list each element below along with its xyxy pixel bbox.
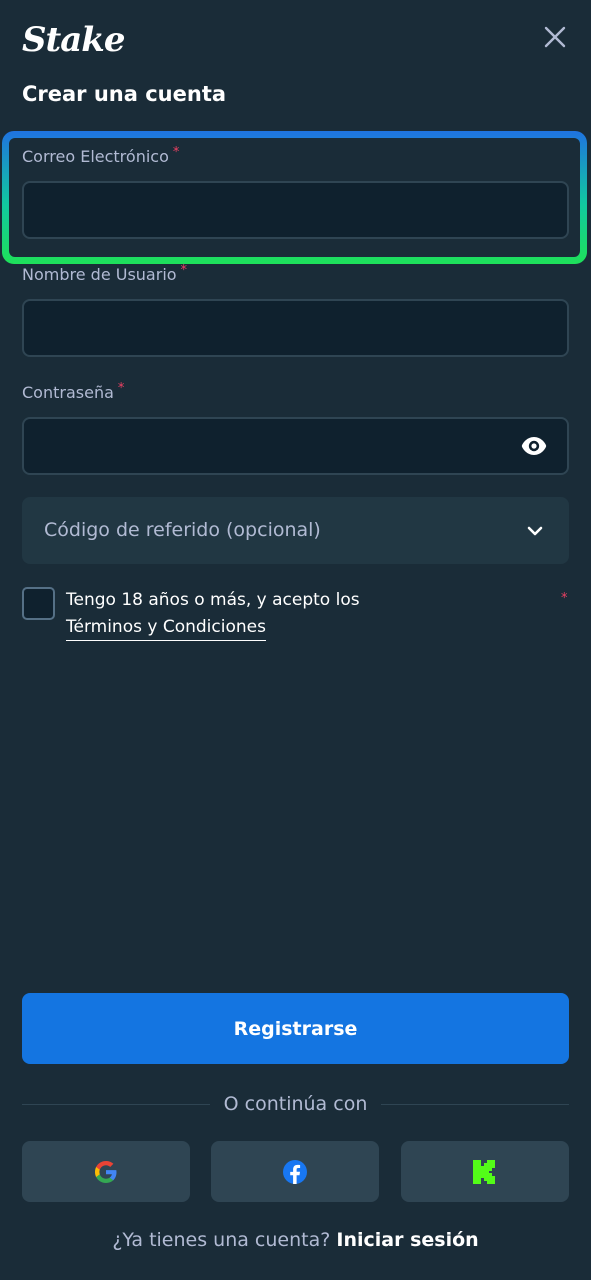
eye-icon[interactable] xyxy=(521,436,547,456)
divider-line-right xyxy=(381,1104,569,1105)
referral-code-dropdown[interactable]: Código de referido (opcional) xyxy=(22,497,569,564)
chevron-down-icon xyxy=(527,526,543,536)
terms-link[interactable]: Términos y Condiciones xyxy=(66,617,266,641)
referral-code-label: Código de referido (opcional) xyxy=(44,519,321,541)
page-title: Crear una cuenta xyxy=(22,82,227,106)
username-input[interactable] xyxy=(24,301,567,355)
terms-text: Tengo 18 años o más, y acepto los xyxy=(66,590,360,610)
kick-icon xyxy=(473,1159,495,1184)
login-prompt: ¿Ya tienes una cuenta? Iniciar sesión xyxy=(0,1229,591,1251)
username-field[interactable] xyxy=(22,299,569,357)
required-mark: * xyxy=(561,591,568,606)
google-login-button[interactable] xyxy=(22,1141,190,1202)
password-input[interactable] xyxy=(24,419,567,473)
email-field[interactable] xyxy=(22,181,569,239)
login-link[interactable]: Iniciar sesión xyxy=(336,1229,478,1251)
terms-checkbox[interactable] xyxy=(22,587,55,620)
stake-logo: Stake xyxy=(22,20,125,60)
email-input[interactable] xyxy=(24,183,567,237)
password-field[interactable] xyxy=(22,417,569,475)
password-label: Contraseña * xyxy=(22,381,125,402)
email-label: Correo Electrónico * xyxy=(22,145,180,166)
google-icon xyxy=(95,1160,117,1183)
close-button[interactable] xyxy=(540,22,570,52)
required-mark: * xyxy=(172,145,180,160)
facebook-login-button[interactable] xyxy=(211,1141,379,1202)
register-button[interactable]: Registrarse xyxy=(22,993,569,1064)
close-icon xyxy=(544,26,566,48)
required-mark: * xyxy=(117,381,125,396)
facebook-icon xyxy=(283,1159,307,1184)
required-mark: * xyxy=(180,263,188,278)
username-label: Nombre de Usuario * xyxy=(22,263,188,284)
kick-login-button[interactable] xyxy=(401,1141,569,1202)
login-prompt-text: ¿Ya tienes una cuenta? xyxy=(112,1229,331,1251)
